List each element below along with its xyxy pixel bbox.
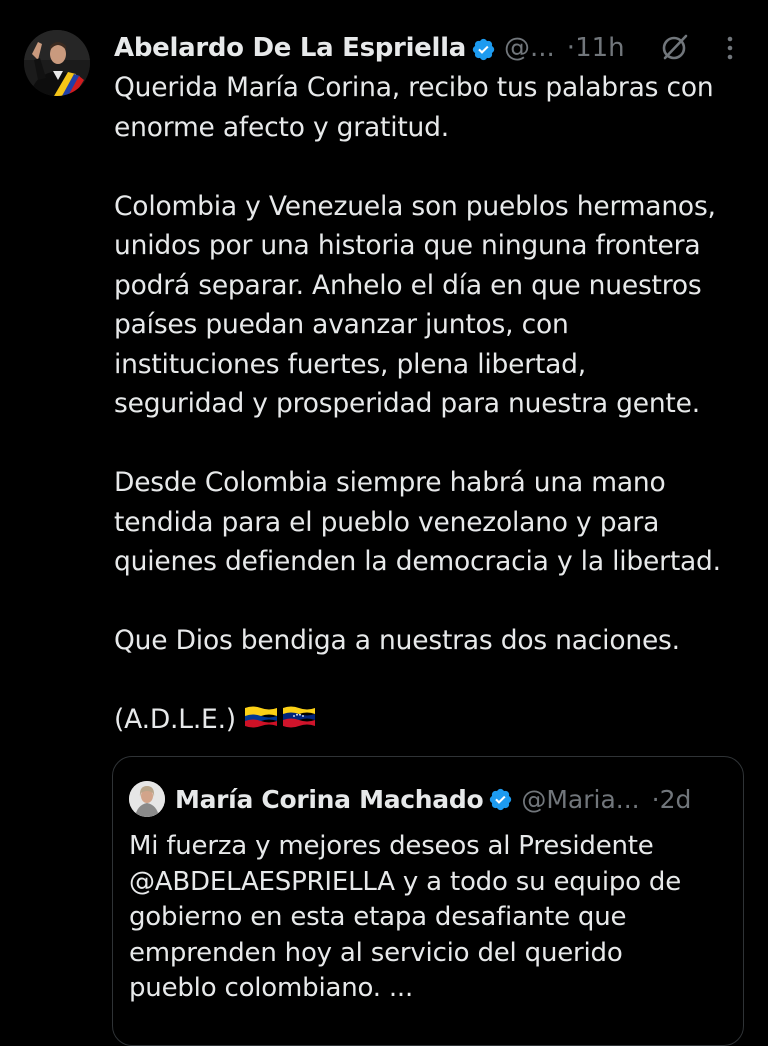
more-options-icon[interactable] bbox=[724, 34, 736, 62]
quoted-tweet-text: Mi fuerza y mejores deseos al Presidente… bbox=[129, 829, 729, 1007]
tweet-paragraph: Que Dios bendiga a nuestras dos naciones… bbox=[114, 621, 754, 661]
quoted-verified-badge-icon bbox=[488, 787, 513, 812]
quoted-tweet-header: María Corina Machado @Maria... · 2d bbox=[129, 779, 691, 819]
verified-badge-icon bbox=[471, 36, 496, 61]
tweet-line: podrá separar. Anhelo el día en que nues… bbox=[114, 269, 702, 301]
tweet-line: seguridad y prosperidad para nuestra gen… bbox=[114, 388, 700, 419]
tweet-line: tendida para el pueblo venezolano y para bbox=[114, 506, 660, 538]
tweet-line: instituciones fuertes, plena libertad, bbox=[114, 348, 587, 380]
quoted-tweet-line: Mi fuerza y mejores deseos al Presidente bbox=[129, 831, 654, 861]
tweet-card[interactable]: Abelardo De La Espriella @... · 11h Quer… bbox=[0, 0, 768, 1046]
tweet-line: Que Dios bendiga a nuestras dos naciones… bbox=[114, 625, 680, 656]
tweet-line: Querida María Corina, recibo tus palabra… bbox=[114, 72, 714, 103]
tweet-signature-line: (A.D.L.E.) bbox=[114, 700, 754, 740]
tweet-signature: (A.D.L.E.) bbox=[114, 704, 236, 735]
tweet-line: Colombia y Venezuela son pueblos hermano… bbox=[114, 190, 716, 222]
tweet-line: quienes defienden la democracia y la lib… bbox=[114, 546, 721, 577]
avatar-image bbox=[24, 30, 90, 96]
tweet-line: enorme afecto y gratitud. bbox=[114, 111, 449, 143]
tweet-line: unidos por una historia que ninguna fron… bbox=[114, 230, 701, 261]
flag-emojis bbox=[244, 700, 316, 740]
tweet-header: Abelardo De La Espriella @... · 11h bbox=[114, 28, 744, 68]
quoted-tweet-line: emprenden hoy al servicio del querido bbox=[129, 937, 623, 968]
venezuela-flag-icon bbox=[282, 700, 316, 740]
tweet-text: Querida María Corina, recibo tus palabra… bbox=[114, 68, 754, 740]
quoted-tweet-time: 2d bbox=[659, 784, 692, 814]
quoted-tweet-line: gobierno en esta etapa desafiante que bbox=[129, 902, 627, 932]
tweet-paragraph: Querida María Corina, recibo tus palabra… bbox=[114, 68, 754, 147]
quoted-author-display-name: María Corina Machado bbox=[175, 784, 484, 814]
author-display-name[interactable]: Abelardo De La Espriella bbox=[114, 30, 466, 66]
tweet-line: Desde Colombia siempre habrá una mano bbox=[114, 467, 666, 498]
author-avatar[interactable] bbox=[24, 30, 90, 96]
tweet-paragraph: Colombia y Venezuela son pueblos hermano… bbox=[114, 187, 754, 424]
separator-dot: · bbox=[566, 33, 576, 63]
author-handle[interactable]: @... bbox=[504, 30, 555, 66]
tweet-time[interactable]: 11h bbox=[575, 30, 625, 66]
quoted-author-handle: @Maria... bbox=[521, 784, 640, 814]
quoted-author-avatar bbox=[129, 781, 165, 817]
quoted-tweet-card[interactable]: María Corina Machado @Maria... · 2d Mi f… bbox=[112, 756, 744, 1046]
quoted-tweet-line: @ABDELAESPRIELLA y a todo su equipo de bbox=[129, 866, 682, 897]
colombia-flag-icon bbox=[244, 700, 278, 740]
quoted-separator-dot: · bbox=[651, 784, 660, 814]
tweet-paragraph: Desde Colombia siempre habrá una mano te… bbox=[114, 463, 754, 582]
grok-icon[interactable] bbox=[660, 32, 690, 62]
quoted-tweet-line: pueblo colombiano. ... bbox=[129, 973, 414, 1003]
tweet-line: países puedan avanzar juntos, con bbox=[114, 309, 569, 340]
